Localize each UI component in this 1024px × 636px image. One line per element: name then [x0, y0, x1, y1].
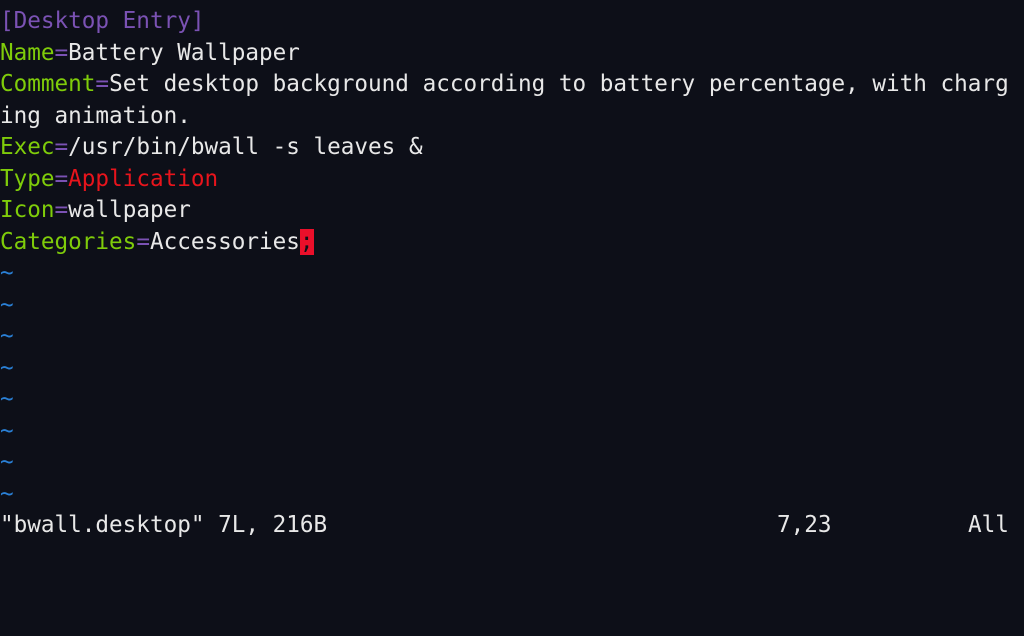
empty-line-marker: ~ — [0, 260, 14, 286]
empty-line-marker: ~ — [0, 449, 14, 475]
section-header: [Desktop Entry] — [0, 8, 205, 34]
entry-value: Battery Wallpaper — [68, 39, 300, 66]
empty-line-marker: ~ — [0, 480, 14, 507]
empty-line-marker: ~ — [0, 386, 14, 412]
empty-line-marker: ~ — [0, 291, 14, 318]
separator: = — [54, 134, 69, 160]
line-comment: Comment=Set desktop background according… — [0, 69, 1022, 132]
separator: = — [54, 197, 69, 223]
text-cursor: ; — [299, 228, 314, 255]
line-exec: Exec=/usr/bin/bwall -s leaves & — [0, 132, 1022, 164]
line-name: Name=Battery Wallpaper — [0, 38, 1022, 70]
empty-line-marker: ~ — [0, 417, 14, 444]
separator: = — [136, 228, 150, 255]
entry-value: /usr/bin/bwall -s leaves & — [68, 134, 423, 160]
file-info: "bwall.desktop" 7L, 216B — [0, 512, 328, 538]
entry-key: Exec — [0, 134, 55, 160]
separator: = — [95, 71, 110, 97]
separator: = — [54, 165, 69, 192]
cursor-position: 7,23 — [777, 512, 832, 538]
entry-key: Type — [0, 165, 55, 192]
line-categories: Categories=Accessories; — [0, 227, 1022, 259]
entry-value: Set desktop background according to batt… — [0, 71, 1009, 129]
line-type: Type=Application — [0, 164, 1022, 196]
separator: = — [54, 39, 69, 66]
entry-key: Categories — [0, 228, 137, 255]
entry-key: Name — [0, 39, 55, 66]
editor-buffer[interactable]: [Desktop Entry] Name=Battery Wallpaper C… — [0, 6, 1022, 510]
entry-value: Accessories — [149, 228, 300, 255]
entry-key: Comment — [0, 71, 96, 97]
entry-value: wallpaper — [68, 197, 191, 223]
status-line: "bwall.desktop" 7L, 216B 7,23 All — [0, 510, 1024, 542]
line-icon: Icon=wallpaper — [0, 195, 1022, 227]
scroll-indicator: All — [968, 512, 1009, 538]
empty-line-marker: ~ — [0, 354, 14, 381]
entry-key: Icon — [0, 197, 55, 223]
entry-value: Application — [68, 165, 219, 192]
empty-line-marker: ~ — [0, 323, 14, 349]
